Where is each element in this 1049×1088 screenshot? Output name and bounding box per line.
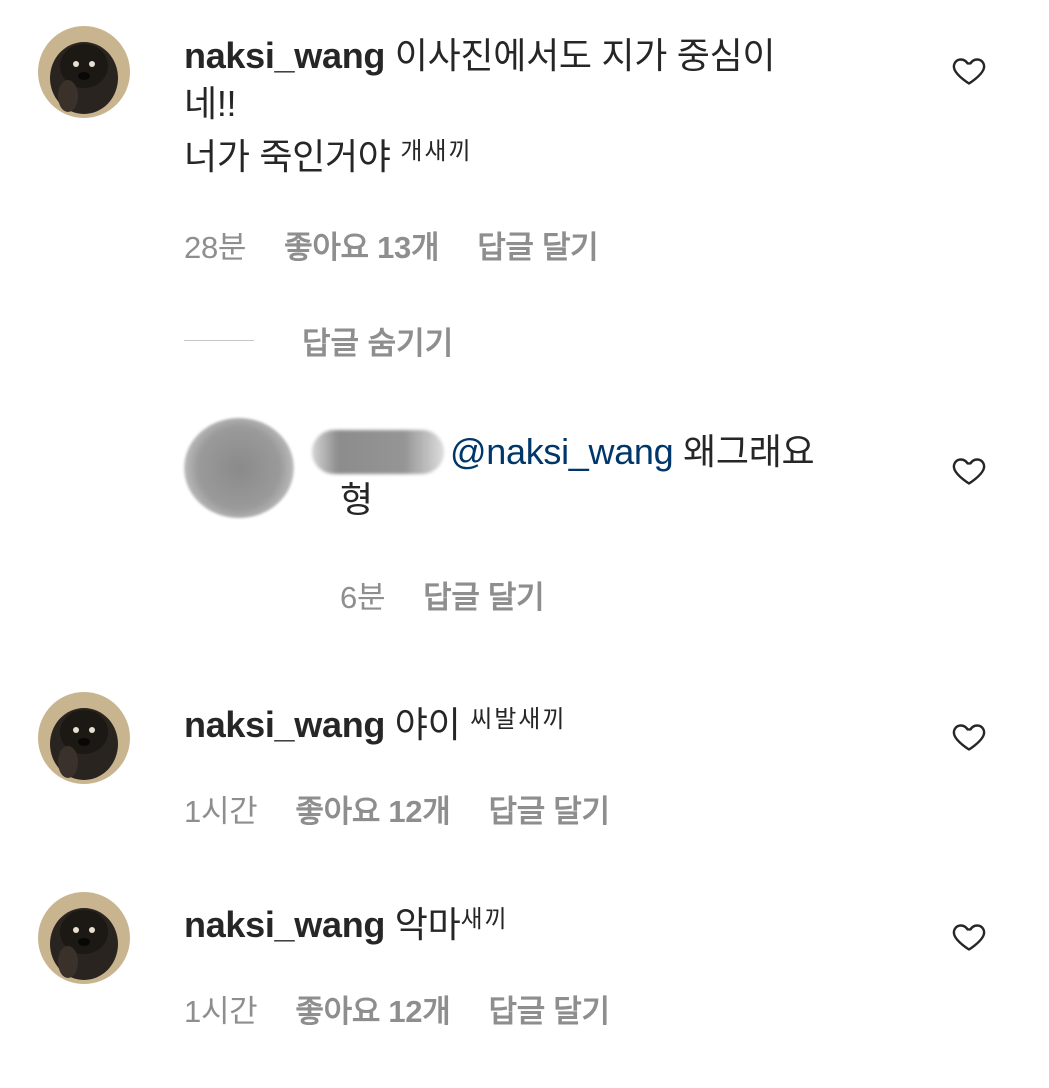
comment-time: 1시간: [184, 794, 258, 829]
reply-text-line: 형: [340, 479, 373, 520]
heart-outline-icon: [952, 458, 986, 485]
comment-text-line: 이사진에서도 지가 중심이: [385, 35, 776, 76]
dog-avatar-icon: [38, 892, 130, 984]
user-avatar[interactable]: [38, 26, 130, 118]
reply-button[interactable]: 답글 달기: [488, 786, 610, 831]
comment-text-line: 야이: [385, 704, 471, 745]
comment-username[interactable]: naksi_wang: [184, 35, 385, 76]
dog-avatar-icon: [38, 26, 130, 118]
comment-text-line: 악마: [385, 904, 461, 945]
comment-time: 28분: [184, 230, 247, 265]
reply-button[interactable]: 답글 달기: [488, 986, 610, 1031]
comment-body: naksi_wang 야이 씨발새끼: [184, 696, 904, 749]
comment-meta: 1시간 좋아요 12개 답글 달기: [184, 986, 610, 1031]
reply-body: @naksi_wang 왜그래요 형: [340, 428, 900, 524]
comment-body: naksi_wang 이사진에서도 지가 중심이 네!! 너가 죽인거야 개새끼: [184, 32, 904, 181]
comment-meta: 1시간 좋아요 12개 답글 달기: [184, 786, 610, 831]
likes-count-button[interactable]: 좋아요 12개: [295, 986, 450, 1031]
censored-text: 씨발새끼: [470, 706, 567, 733]
hide-replies-label: 답글 숨기기: [302, 326, 454, 361]
like-button[interactable]: [950, 918, 988, 959]
comment-body: naksi_wang 악마새끼: [184, 896, 904, 949]
censored-text: 개새끼: [400, 138, 473, 165]
likes-count-button[interactable]: 좋아요 13개: [284, 222, 439, 267]
blurred-avatar[interactable]: [184, 418, 294, 518]
comment-time: 1시간: [184, 994, 258, 1029]
hide-replies-button[interactable]: 답글 숨기기: [184, 318, 453, 363]
like-button[interactable]: [950, 452, 988, 493]
heart-outline-icon: [952, 724, 986, 751]
reply-time: 6분: [340, 580, 386, 615]
reply-button[interactable]: 답글 달기: [423, 572, 545, 617]
user-avatar[interactable]: [38, 892, 130, 984]
heart-outline-icon: [952, 58, 986, 85]
reply-meta: 6분 답글 달기: [340, 572, 545, 617]
like-button[interactable]: [950, 52, 988, 93]
dog-avatar-icon: [38, 692, 130, 784]
reply-button[interactable]: 답글 달기: [477, 222, 599, 267]
reply-text-line: 왜그래요: [673, 431, 815, 472]
divider-line: [184, 340, 254, 341]
censored-text: 새끼: [460, 906, 509, 933]
comment-meta: 28분 좋아요 13개 답글 달기: [184, 222, 599, 267]
comment-text-line: 너가 죽인거야: [184, 136, 401, 177]
likes-count-button[interactable]: 좋아요 12개: [295, 786, 450, 831]
heart-outline-icon: [952, 924, 986, 951]
comment-username[interactable]: naksi_wang: [184, 904, 385, 945]
comment-text-line: 네!!: [184, 83, 237, 124]
comment-username[interactable]: naksi_wang: [184, 704, 385, 745]
mention-link[interactable]: @naksi_wang: [450, 431, 674, 472]
user-avatar[interactable]: [38, 692, 130, 784]
like-button[interactable]: [950, 718, 988, 759]
